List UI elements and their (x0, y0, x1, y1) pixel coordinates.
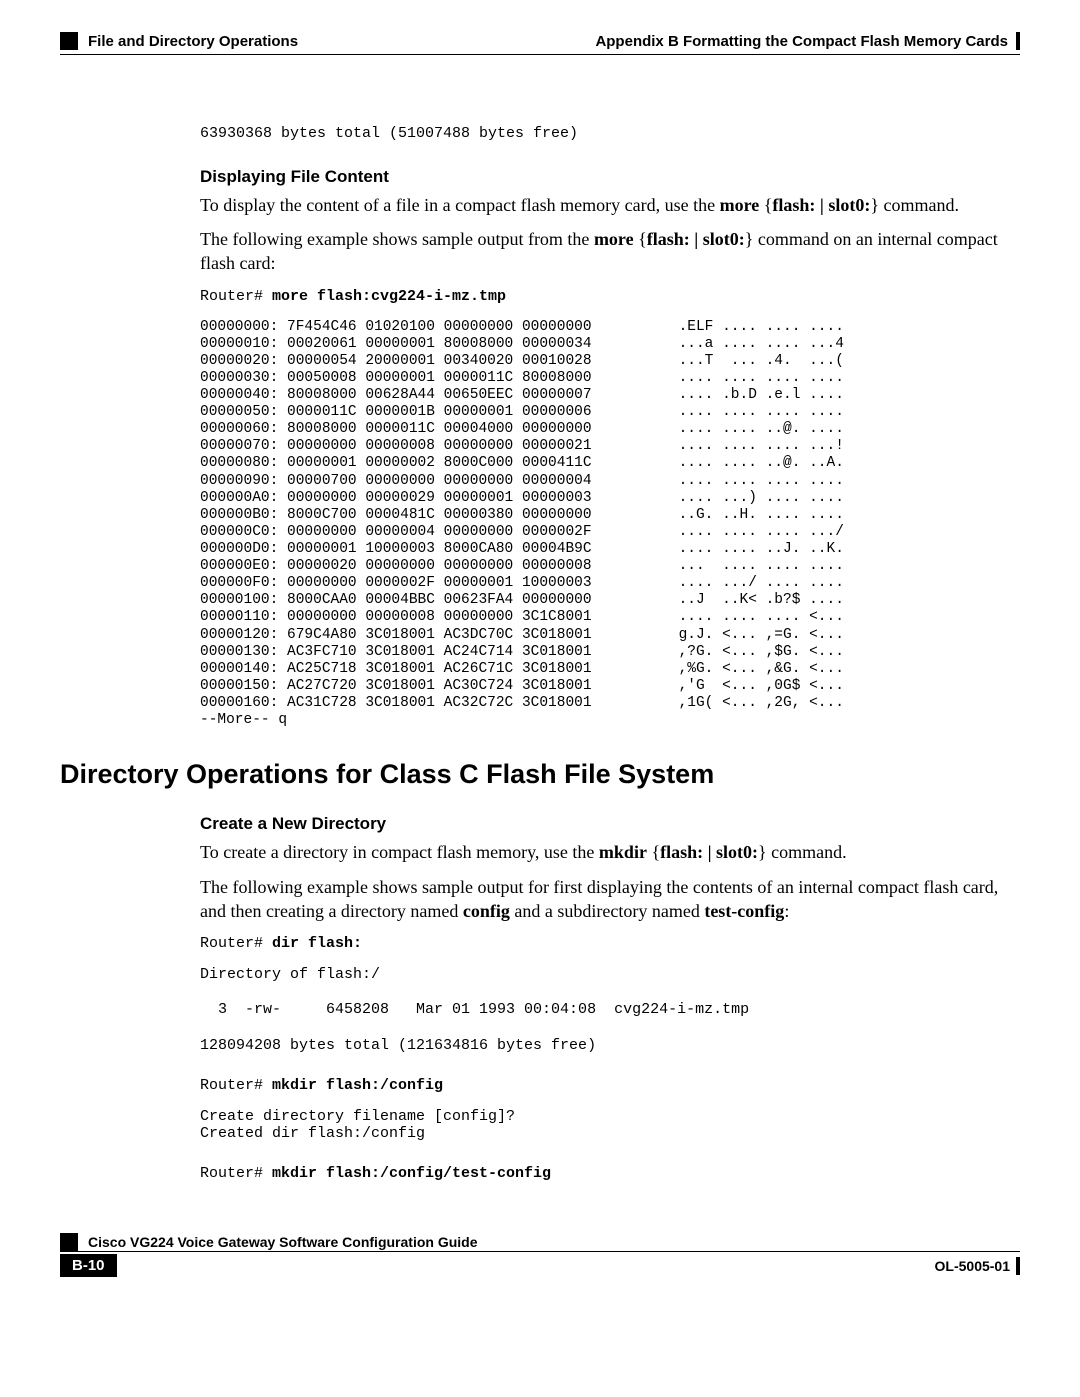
cmd-more: more (720, 195, 760, 215)
footer-rule (60, 1251, 1020, 1252)
mkdir-para2: The following example shows sample outpu… (200, 875, 1010, 924)
text: } command. (758, 842, 847, 862)
footer-doc-title: Cisco VG224 Voice Gateway Software Confi… (88, 1234, 478, 1250)
cmd-target: flash: | slot0: (772, 195, 870, 215)
footer-marker-icon (60, 1233, 78, 1251)
dir-config: config (463, 901, 510, 921)
prompt: Router# (200, 1165, 272, 1182)
header-rule (60, 54, 1020, 55)
text: The following example shows sample outpu… (200, 229, 594, 249)
text: To display the content of a file in a co… (200, 195, 720, 215)
header-appendix: Appendix B Formatting the Compact Flash … (595, 33, 1008, 50)
text: { (759, 195, 772, 215)
page-header: File and Directory Operations Appendix B… (60, 32, 1020, 50)
prompt: Router# (200, 288, 272, 305)
command: mkdir flash:/config/test-config (272, 1165, 551, 1182)
header-bar-icon (1016, 32, 1020, 50)
text: To create a directory in compact flash m… (200, 842, 599, 862)
cmd-more: more (594, 229, 634, 249)
text: and a subdirectory named (510, 901, 704, 921)
display-para1: To display the content of a file in a co… (200, 193, 1010, 217)
mkdir-output: Create directory filename [config]? Crea… (200, 1108, 1010, 1143)
prompt: Router# (200, 1077, 272, 1094)
displaying-file-heading: Displaying File Content (200, 167, 1010, 187)
page-number: B-10 (60, 1254, 117, 1277)
create-dir-heading: Create a New Directory (200, 814, 1010, 834)
hexdump-output: 00000000: 7F454C46 01020100 00000000 000… (200, 319, 1010, 730)
router-dir-cmd: Router# dir flash: (200, 935, 1010, 952)
dir-output: Directory of flash:/ 3 -rw- 6458208 Mar … (200, 966, 1010, 1054)
text: : (784, 901, 789, 921)
text: { (647, 842, 660, 862)
text: { (634, 229, 647, 249)
header-marker-icon (60, 32, 78, 50)
router-mkdir-cmd1: Router# mkdir flash:/config (200, 1077, 1010, 1094)
dir-test-config: test-config (704, 901, 784, 921)
command: more flash:cvg224-i-mz.tmp (272, 288, 506, 305)
router-more-cmd: Router# more flash:cvg224-i-mz.tmp (200, 288, 1010, 305)
cmd-mkdir: mkdir (599, 842, 647, 862)
command: dir flash: (272, 935, 362, 952)
prompt: Router# (200, 935, 272, 952)
bytes-summary: 63930368 bytes total (51007488 bytes fre… (200, 125, 1010, 143)
footer-bar-icon (1016, 1257, 1020, 1275)
doc-id: OL-5005-01 (935, 1258, 1010, 1274)
display-para2: The following example shows sample outpu… (200, 227, 1010, 276)
cmd-target: flash: | slot0: (660, 842, 758, 862)
command: mkdir flash:/config (272, 1077, 443, 1094)
cmd-target: flash: | slot0: (647, 229, 745, 249)
mkdir-para1: To create a directory in compact flash m… (200, 840, 1010, 864)
page-footer: Cisco VG224 Voice Gateway Software Confi… (60, 1233, 1020, 1277)
text: } command. (870, 195, 959, 215)
dir-ops-title: Directory Operations for Class C Flash F… (60, 759, 1010, 790)
header-section: File and Directory Operations (88, 33, 298, 50)
router-mkdir-cmd2: Router# mkdir flash:/config/test-config (200, 1165, 1010, 1182)
